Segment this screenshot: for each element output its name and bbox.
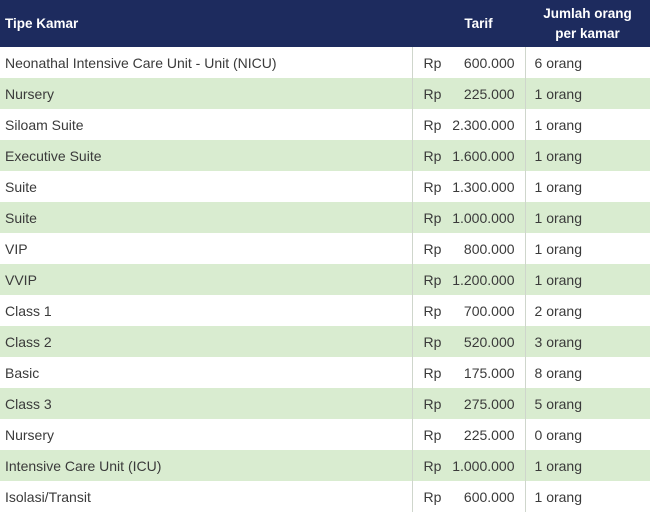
table-row: Intensive Care Unit (ICU) Rp 1.000.000 1 or… xyxy=(0,450,650,481)
table-row: VIP Rp 800.000 1 orang xyxy=(0,233,650,264)
rate-amount-cell: 225.000 xyxy=(450,419,526,450)
room-type-cell: Basic xyxy=(0,357,413,388)
currency-cell: Rp xyxy=(423,395,442,412)
currency-cell: Rp xyxy=(423,54,442,71)
rate-amount-cell: 175.000 xyxy=(450,357,526,388)
header-row: Tipe Kamar Tarif Jumlah orang per kamar xyxy=(0,0,650,47)
room-type-cell: Intensive Care Unit (ICU) xyxy=(0,450,413,481)
room-type-cell: Suite xyxy=(0,171,413,202)
persons-per-room-cell: 2 orang xyxy=(534,302,582,319)
currency-cell: Rp xyxy=(423,302,442,319)
persons-per-room-cell: 1 orang xyxy=(534,178,582,195)
rate-amount-cell: 275.000 xyxy=(450,388,526,419)
rate-amount-cell: 800.000 xyxy=(450,233,526,264)
persons-per-room-cell: 0 orang xyxy=(534,426,582,443)
currency-cell: Rp xyxy=(423,209,442,226)
room-type-cell: Nursery xyxy=(0,78,413,109)
header-room-type: Tipe Kamar xyxy=(5,16,79,31)
table-row: Basic Rp 175.000 8 orang xyxy=(0,357,650,388)
currency-cell: Rp xyxy=(423,271,442,288)
currency-cell: Rp xyxy=(423,364,442,381)
rate-amount-cell: 600.000 xyxy=(450,481,526,512)
table-row: Isolasi/Transit Rp 600.000 1 orang xyxy=(0,481,650,512)
rate-amount-cell: 600.000 xyxy=(450,47,526,78)
table-row: VVIP Rp 1.200.000 1 orang xyxy=(0,264,650,295)
table-row: Class 1 Rp 700.000 2 orang xyxy=(0,295,650,326)
persons-per-room-cell: 1 orang xyxy=(534,457,582,474)
currency-cell: Rp xyxy=(423,457,442,474)
rate-amount-cell: 1.300.000 xyxy=(450,171,526,202)
persons-per-room-cell: 1 orang xyxy=(534,240,582,257)
room-rates-table: Tipe Kamar Tarif Jumlah orang per kamar … xyxy=(0,0,650,512)
rate-amount-cell: 520.000 xyxy=(450,326,526,357)
currency-cell: Rp xyxy=(423,333,442,350)
room-type-cell: VVIP xyxy=(0,264,413,295)
rate-amount-cell: 2.300.000 xyxy=(450,109,526,140)
room-type-cell: Class 3 xyxy=(0,388,413,419)
header-persons-line1: Jumlah orang xyxy=(543,5,632,21)
persons-per-room-cell: 1 orang xyxy=(534,488,582,505)
persons-per-room-cell: 3 orang xyxy=(534,333,582,350)
room-type-cell: Neonathal Intensive Care Unit - Unit (NI… xyxy=(0,47,413,78)
persons-per-room-cell: 1 orang xyxy=(534,147,582,164)
table-row: Neonathal Intensive Care Unit - Unit (NI… xyxy=(0,47,650,78)
header-tarif: Tarif xyxy=(464,16,493,31)
table-row: Siloam Suite Rp 2.300.000 1 orang xyxy=(0,109,650,140)
table-row: Nursery Rp 225.000 1 orang xyxy=(0,78,650,109)
currency-cell: Rp xyxy=(423,116,442,133)
table-row: Executive Suite Rp 1.600.000 1 orang xyxy=(0,140,650,171)
rate-amount-cell: 1.600.000 xyxy=(450,140,526,171)
table-row: Suite Rp 1.000.000 1 orang xyxy=(0,202,650,233)
persons-per-room-cell: 1 orang xyxy=(534,116,582,133)
table-row: Class 3 Rp 275.000 5 orang xyxy=(0,388,650,419)
persons-per-room-cell: 1 orang xyxy=(534,85,582,102)
room-type-cell: Executive Suite xyxy=(0,140,413,171)
rate-amount-cell: 1.000.000 xyxy=(450,450,526,481)
room-type-cell: Class 2 xyxy=(0,326,413,357)
persons-per-room-cell: 5 orang xyxy=(534,395,582,412)
currency-cell: Rp xyxy=(423,178,442,195)
room-type-cell: Nursery xyxy=(0,419,413,450)
table-row: Nursery Rp 225.000 0 orang xyxy=(0,419,650,450)
persons-per-room-cell: 6 orang xyxy=(534,54,582,71)
persons-per-room-cell: 1 orang xyxy=(534,209,582,226)
currency-cell: Rp xyxy=(423,147,442,164)
room-type-cell: Isolasi/Transit xyxy=(0,481,413,512)
rate-amount-cell: 1.000.000 xyxy=(450,202,526,233)
currency-cell: Rp xyxy=(423,426,442,443)
rate-amount-cell: 225.000 xyxy=(450,78,526,109)
persons-per-room-cell: 8 orang xyxy=(534,364,582,381)
table-row: Class 2 Rp 520.000 3 orang xyxy=(0,326,650,357)
currency-cell: Rp xyxy=(423,85,442,102)
currency-cell: Rp xyxy=(423,240,442,257)
room-type-cell: Class 1 xyxy=(0,295,413,326)
table-header: Tipe Kamar Tarif Jumlah orang per kamar xyxy=(0,0,650,47)
table-row: Suite Rp 1.300.000 1 orang xyxy=(0,171,650,202)
room-type-cell: Suite xyxy=(0,202,413,233)
table-body: Neonathal Intensive Care Unit - Unit (NI… xyxy=(0,47,650,512)
rate-amount-cell: 1.200.000 xyxy=(450,264,526,295)
room-type-cell: VIP xyxy=(0,233,413,264)
rate-amount-cell: 700.000 xyxy=(450,295,526,326)
header-persons-per-room: Jumlah orang per kamar xyxy=(525,0,650,47)
persons-per-room-cell: 1 orang xyxy=(534,271,582,288)
currency-cell: Rp xyxy=(423,488,442,505)
room-type-cell: Siloam Suite xyxy=(0,109,413,140)
header-persons-line2: per kamar xyxy=(555,25,620,41)
